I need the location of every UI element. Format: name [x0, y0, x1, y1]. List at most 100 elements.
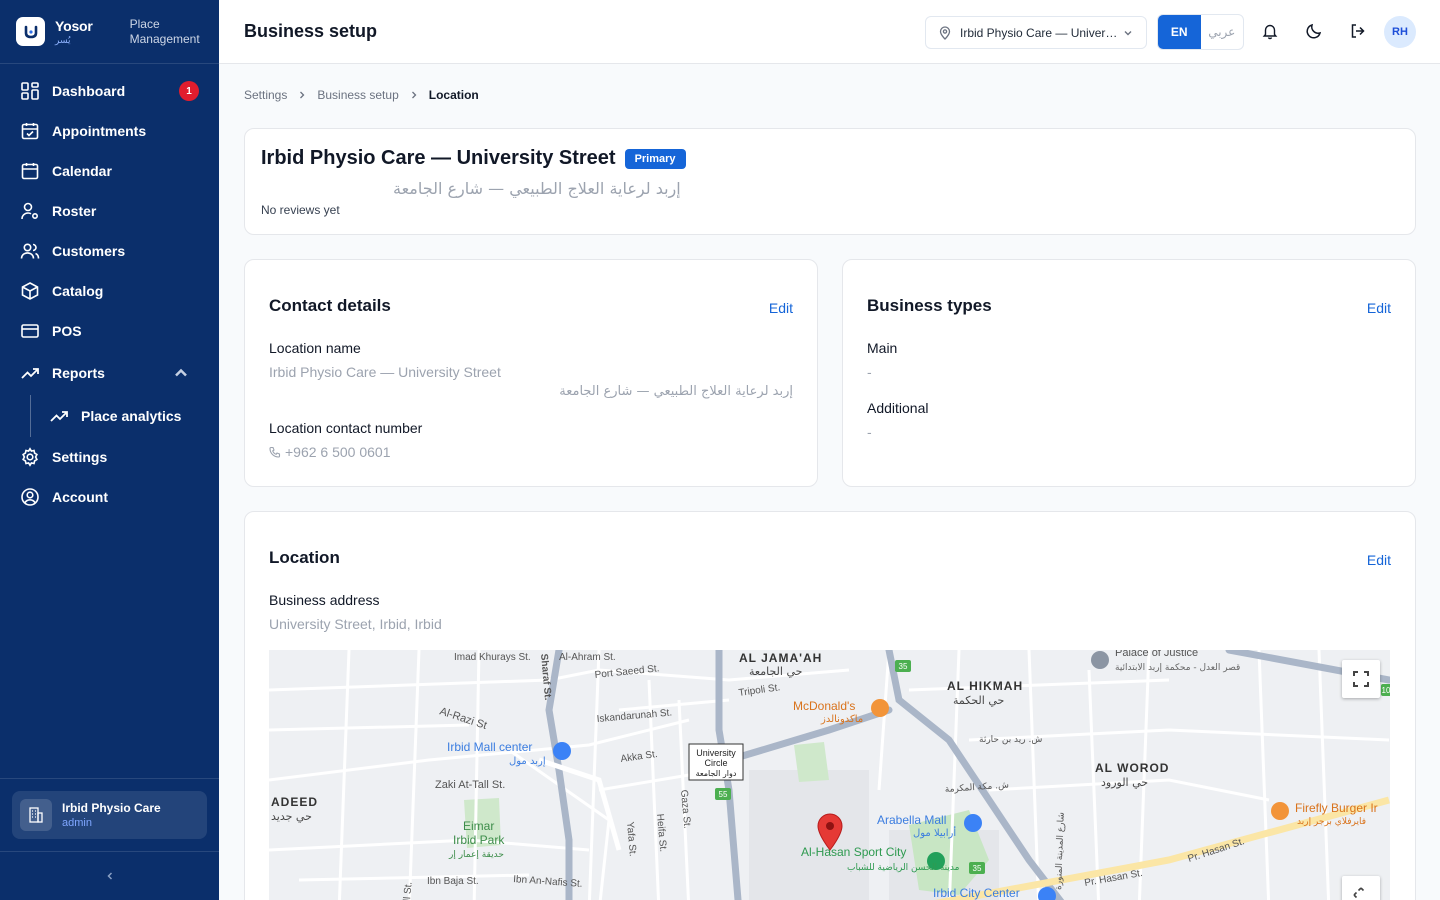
- sidebar-item-roster[interactable]: Roster: [0, 191, 219, 231]
- sidebar-item-label: Appointments: [52, 123, 147, 139]
- location-select[interactable]: Irbid Physio Care — University Street: [925, 16, 1147, 49]
- calendar-icon: [21, 163, 39, 180]
- contact-number-row: +962 6 500 0601: [269, 444, 391, 460]
- map-move-control-button[interactable]: [1342, 876, 1380, 900]
- map-label-adeed-ar: حي جديد: [271, 810, 312, 823]
- yosor-logo-icon: [16, 17, 45, 46]
- breadcrumb-location: Location: [428, 88, 479, 102]
- map-label-al-hasan-ar: مدينة الحسن الرياضية للشباب: [847, 863, 960, 873]
- contact-details-card: Contact details Edit Location name Irbid…: [244, 259, 818, 487]
- location-map[interactable]: 35 55 35 10 Imad Khurays St. Al-Ahram St…: [269, 650, 1390, 900]
- map-label-irbid-mall-ar: إربد مول: [509, 756, 546, 767]
- map-pin-icon: [939, 25, 951, 40]
- breadcrumb-settings[interactable]: Settings: [244, 88, 287, 102]
- top-header: Business setup Irbid Physio Care — Unive…: [219, 0, 1440, 64]
- map-label-yafa: Yafa St.: [624, 821, 638, 857]
- sidebar-item-account[interactable]: Account: [0, 477, 219, 517]
- map-label-ahram: Al-Ahram St.: [559, 652, 616, 663]
- sidebar-item-dashboard[interactable]: Dashboard 1: [0, 71, 219, 111]
- lang-en-button[interactable]: EN: [1158, 15, 1201, 49]
- grid-icon: [21, 82, 39, 100]
- edit-location-button[interactable]: Edit: [1367, 552, 1391, 568]
- notification-badge: 1: [179, 81, 199, 101]
- map-canvas: 35 55 35 10 Imad Khurays St. Al-Ahram St…: [269, 650, 1390, 900]
- sidebar-item-label: Calendar: [52, 163, 112, 179]
- map-label-circle-ar: دوار الجامعة: [696, 769, 737, 778]
- moon-icon[interactable]: [1305, 22, 1323, 40]
- sidebar: Yosor يُسر Place Management Dashboard 1 …: [0, 0, 219, 900]
- map-label-jamaah-ar: حي الجامعة: [749, 665, 802, 678]
- sidebar-item-label: Place analytics: [81, 408, 182, 424]
- sidebar-item-label: Roster: [52, 203, 97, 219]
- location-title-text: Irbid Physio Care — University Street: [261, 147, 616, 169]
- map-label-eimar-ar: حديقة إعمار إر: [448, 850, 504, 860]
- sidebar-item-calendar[interactable]: Calendar: [0, 151, 219, 191]
- move-arrows-icon: [1353, 887, 1365, 899]
- sidebar-item-settings[interactable]: Settings: [0, 437, 219, 477]
- sidebar-item-pos[interactable]: POS: [0, 311, 219, 351]
- brand: Yosor يُسر Place Management: [0, 0, 219, 64]
- collapse-sidebar-button[interactable]: [0, 851, 219, 900]
- edit-contact-button[interactable]: Edit: [769, 300, 793, 316]
- poi-mcdonalds: 10 McDonald's ماكدونالدز: [793, 699, 889, 725]
- sidebar-item-catalog[interactable]: Catalog: [0, 271, 219, 311]
- location-name-value-ar: إربد لرعاية العلاج الطبيعي — شارع الجامع…: [559, 384, 793, 399]
- brand-name: Yosor: [55, 17, 93, 34]
- brand-subtitle-line1: Place: [129, 16, 160, 31]
- sidebar-item-reports[interactable]: Reports: [0, 351, 219, 395]
- chevron-right-icon: [300, 91, 305, 99]
- map-label-mcdonalds-ar: ماكدونالدز: [820, 714, 863, 725]
- map-label-road-10: 10: [1382, 686, 1390, 695]
- location-hero-card: Irbid Physio Care — University Street Pr…: [244, 128, 1416, 235]
- org-card[interactable]: Irbid Physio Care admin: [12, 791, 207, 839]
- gear-icon: [22, 447, 38, 467]
- sidebar-item-label: Account: [52, 489, 108, 505]
- phone-icon: [269, 446, 281, 458]
- map-label-road-35b: 35: [973, 864, 982, 873]
- sidebar-item-appointments[interactable]: Appointments: [0, 111, 219, 151]
- map-label-hikmah: AL HIKMAH: [947, 679, 1023, 693]
- map-label-adeed: ADEED: [271, 795, 318, 809]
- sidebar-item-customers[interactable]: Customers: [0, 231, 219, 271]
- bell-icon[interactable]: [1261, 22, 1279, 40]
- breadcrumb-business-setup[interactable]: Business setup: [317, 88, 398, 102]
- org-switcher: Irbid Physio Care admin: [0, 778, 219, 851]
- map-label-tall: Tall St.: [401, 881, 415, 900]
- map-label-arabella: Arabella Mall: [877, 813, 946, 827]
- lang-ar-button[interactable]: عربي: [1201, 15, 1244, 49]
- business-types-title: Business types: [867, 296, 992, 315]
- map-label-zarqa: ش. ريد بن حارثة: [979, 735, 1042, 745]
- map-label-circle-1: University: [696, 748, 736, 758]
- map-fullscreen-button[interactable]: [1342, 660, 1380, 698]
- map-label-irbid-mall: Irbid Mall center: [447, 740, 532, 754]
- page-title: Business setup: [244, 21, 378, 41]
- map-label-iskandar: Iskandarunah St.: [596, 707, 672, 725]
- building-icon: [20, 799, 52, 831]
- map-label-baja: Ibn Baja St.: [427, 876, 479, 887]
- language-toggle: EN عربي: [1157, 14, 1244, 50]
- main-type-label: Main: [867, 340, 898, 356]
- logout-icon[interactable]: [1349, 22, 1367, 40]
- business-address-value: University Street, Irbid, Irbid: [269, 616, 442, 632]
- map-label-firefly: Firefly Burger Ir: [1295, 801, 1378, 815]
- map-label-justice-ar: قصر العدل - محكمة إربد الابتدائية: [1115, 663, 1240, 673]
- calendar-check-icon: [21, 123, 39, 140]
- map-label-road-55: 55: [719, 790, 728, 799]
- map-label-zaki: Zaki At-Tall St.: [435, 779, 505, 791]
- map-label-pr-hasan: Pr. Hasan St.: [1187, 836, 1246, 865]
- location-section-title: Location: [269, 548, 340, 567]
- contact-number-label: Location contact number: [269, 420, 423, 436]
- map-label-port: Port Saeed St.: [594, 663, 660, 681]
- additional-type-value: -: [867, 424, 872, 440]
- edit-business-types-button[interactable]: Edit: [1367, 300, 1391, 316]
- map-label-firefly-ar: فايرفلاي برجر إربد: [1297, 817, 1366, 827]
- avatar[interactable]: RH: [1384, 16, 1416, 48]
- map-label-razi: Al-Razi St: [438, 705, 488, 732]
- business-address-label: Business address: [269, 592, 380, 608]
- submenu-line: [30, 395, 31, 437]
- sidebar-item-place-analytics[interactable]: Place analytics: [0, 395, 219, 437]
- additional-type-label: Additional: [867, 400, 929, 416]
- map-label-sharaf: Sharaf St.: [538, 653, 553, 701]
- contact-number-value: +962 6 500 0601: [285, 444, 391, 460]
- map-label-mcdonalds: McDonald's: [793, 699, 855, 713]
